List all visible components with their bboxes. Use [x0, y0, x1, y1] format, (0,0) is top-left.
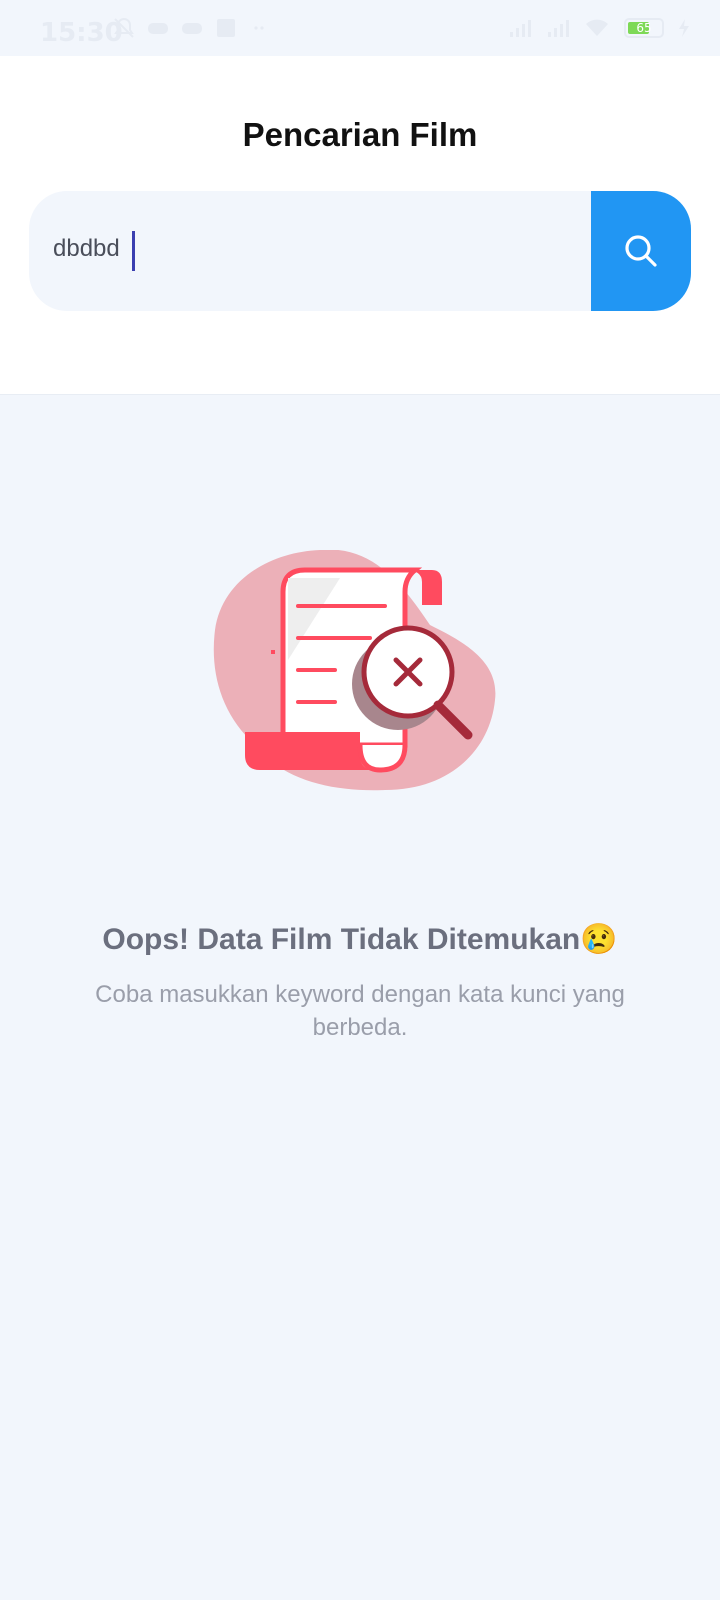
signal-icon — [510, 20, 531, 37]
signal-icon — [548, 20, 569, 37]
header: Pencarian Film dbdbd — [0, 56, 720, 395]
empty-state-subtitle: Coba masukkan keyword dengan kata kunci … — [95, 981, 625, 1041]
charging-icon — [679, 19, 689, 37]
search-input[interactable]: dbdbd — [53, 235, 120, 263]
document-not-found-illustration — [213, 550, 496, 791]
wifi-icon — [586, 19, 608, 36]
text-caret — [132, 231, 135, 271]
status-time: 15:30 — [40, 18, 123, 48]
page-title: Pencarian Film — [242, 116, 478, 153]
battery-text: 65 — [636, 21, 652, 35]
empty-state-title: Oops! Data Film Tidak Ditemukan😢 — [102, 923, 618, 956]
search-button[interactable] — [591, 191, 691, 311]
battery-icon: 65 — [624, 18, 664, 38]
game-controller-icon — [182, 23, 202, 34]
screenshot-icon — [217, 19, 235, 37]
status-right-icons: 65 — [508, 18, 690, 38]
search-bar: dbdbd — [29, 191, 691, 311]
status-left-icons — [112, 16, 272, 40]
more-dots-icon — [254, 26, 264, 30]
notification-muted-icon — [114, 17, 134, 38]
search-icon — [625, 235, 657, 267]
game-icon — [148, 23, 168, 34]
status-bar: 15:30 65 — [0, 0, 720, 56]
